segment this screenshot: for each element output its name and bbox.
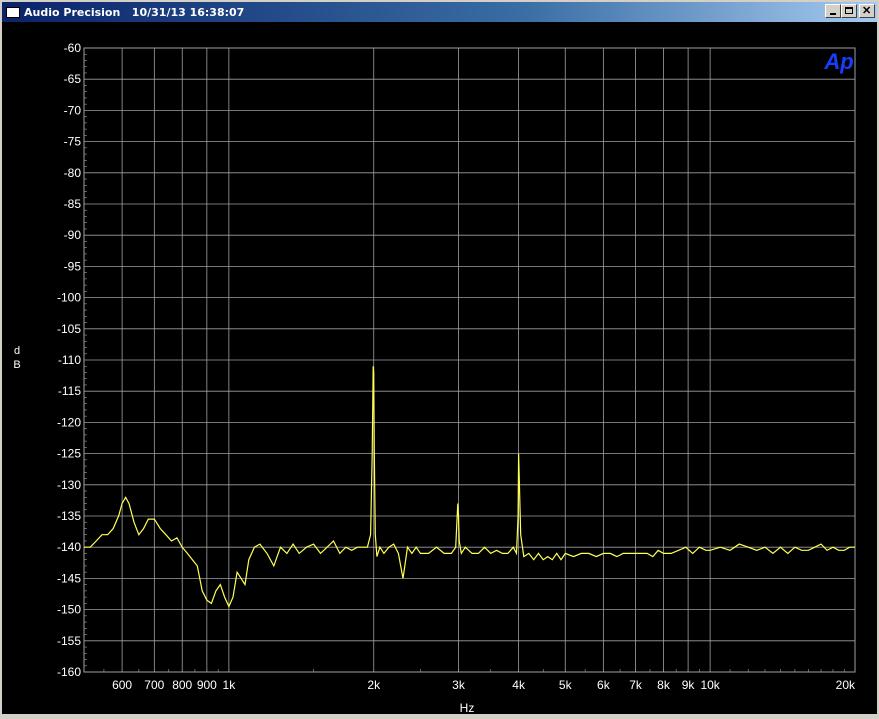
app-window: Audio Precision 10/31/13 16:38:07 ✕ -60-… (0, 0, 879, 716)
x-tick-label: 700 (144, 678, 164, 692)
spectrum-chart: -60 -65 -70 -75 -80 -85 -90 -95 -100 -105 -110 -115… (13, 41, 856, 715)
y-tick-label: -120 (57, 415, 81, 429)
x-tick-label: 1k (223, 678, 237, 692)
y-tick-label: -90 (64, 228, 82, 242)
x-tick-label: 800 (172, 678, 192, 692)
x-tick-label: 2k (367, 678, 381, 692)
y-tick-label: -80 (64, 166, 82, 180)
title-bar[interactable]: Audio Precision 10/31/13 16:38:07 ✕ (2, 2, 877, 22)
series-line (84, 366, 855, 608)
y-tick-label: -150 (57, 603, 81, 617)
y-tick-label: -140 (57, 540, 81, 554)
y-axis-label: dB (13, 345, 20, 371)
window-title: Audio Precision 10/31/13 16:38:07 (24, 5, 245, 19)
x-tick-label: 6k (597, 678, 611, 692)
window-controls: ✕ (825, 4, 875, 18)
ap-logo: Ap (823, 49, 853, 74)
y-tick-label: -130 (57, 478, 81, 492)
maximize-button[interactable] (841, 4, 857, 18)
y-tick-label: -75 (64, 135, 82, 149)
minimize-button[interactable] (825, 4, 841, 18)
close-button[interactable]: ✕ (859, 4, 875, 18)
plot-area: -60 -65 -70 -75 -80 -85 -90 -95 -100 -105 -110 -115… (2, 22, 877, 715)
x-tick-label: 20k (836, 678, 856, 692)
y-tick-labels: -60 -65 -70 -75 -80 -85 -90 -95 -100 -105 -110 -115… (57, 41, 81, 679)
y-tick-label: -145 (57, 571, 81, 585)
x-tick-label: 5k (559, 678, 573, 692)
y-tick-label: -70 (64, 103, 82, 117)
y-tick-label: -60 (64, 41, 82, 55)
x-tick-label: 7k (629, 678, 643, 692)
y-tick-label: -115 (58, 384, 81, 398)
y-tick-label: -100 (57, 291, 81, 305)
y-tick-label: -105 (57, 322, 81, 336)
minimize-icon (830, 13, 836, 15)
y-tick-label: -85 (64, 197, 82, 211)
x-tick-label: 4k (512, 678, 526, 692)
x-tick-label: 10k (700, 678, 720, 692)
y-tick-label: -155 (57, 634, 81, 648)
y-tick-label: -110 (58, 353, 81, 367)
x-tick-label: 900 (197, 678, 217, 692)
x-tick-label: 600 (112, 678, 132, 692)
y-tick-label: -160 (57, 665, 81, 679)
y-tick-label: -125 (57, 447, 81, 461)
app-icon (6, 6, 20, 18)
x-tick-labels: 600 700 800 900 1k 2k 3k 4k 5k 6k 7k 8k 9k 10k 20k (112, 678, 856, 692)
maximize-icon (845, 7, 853, 14)
x-tick-label: 8k (657, 678, 671, 692)
x-tick-label: 3k (452, 678, 466, 692)
y-tick-label: -65 (64, 72, 82, 86)
x-tick-label: 9k (682, 678, 696, 692)
x-axis-label: Hz (460, 701, 475, 714)
close-icon: ✕ (862, 5, 872, 17)
y-tick-label: -95 (64, 259, 82, 273)
y-tick-label: -135 (57, 509, 81, 523)
